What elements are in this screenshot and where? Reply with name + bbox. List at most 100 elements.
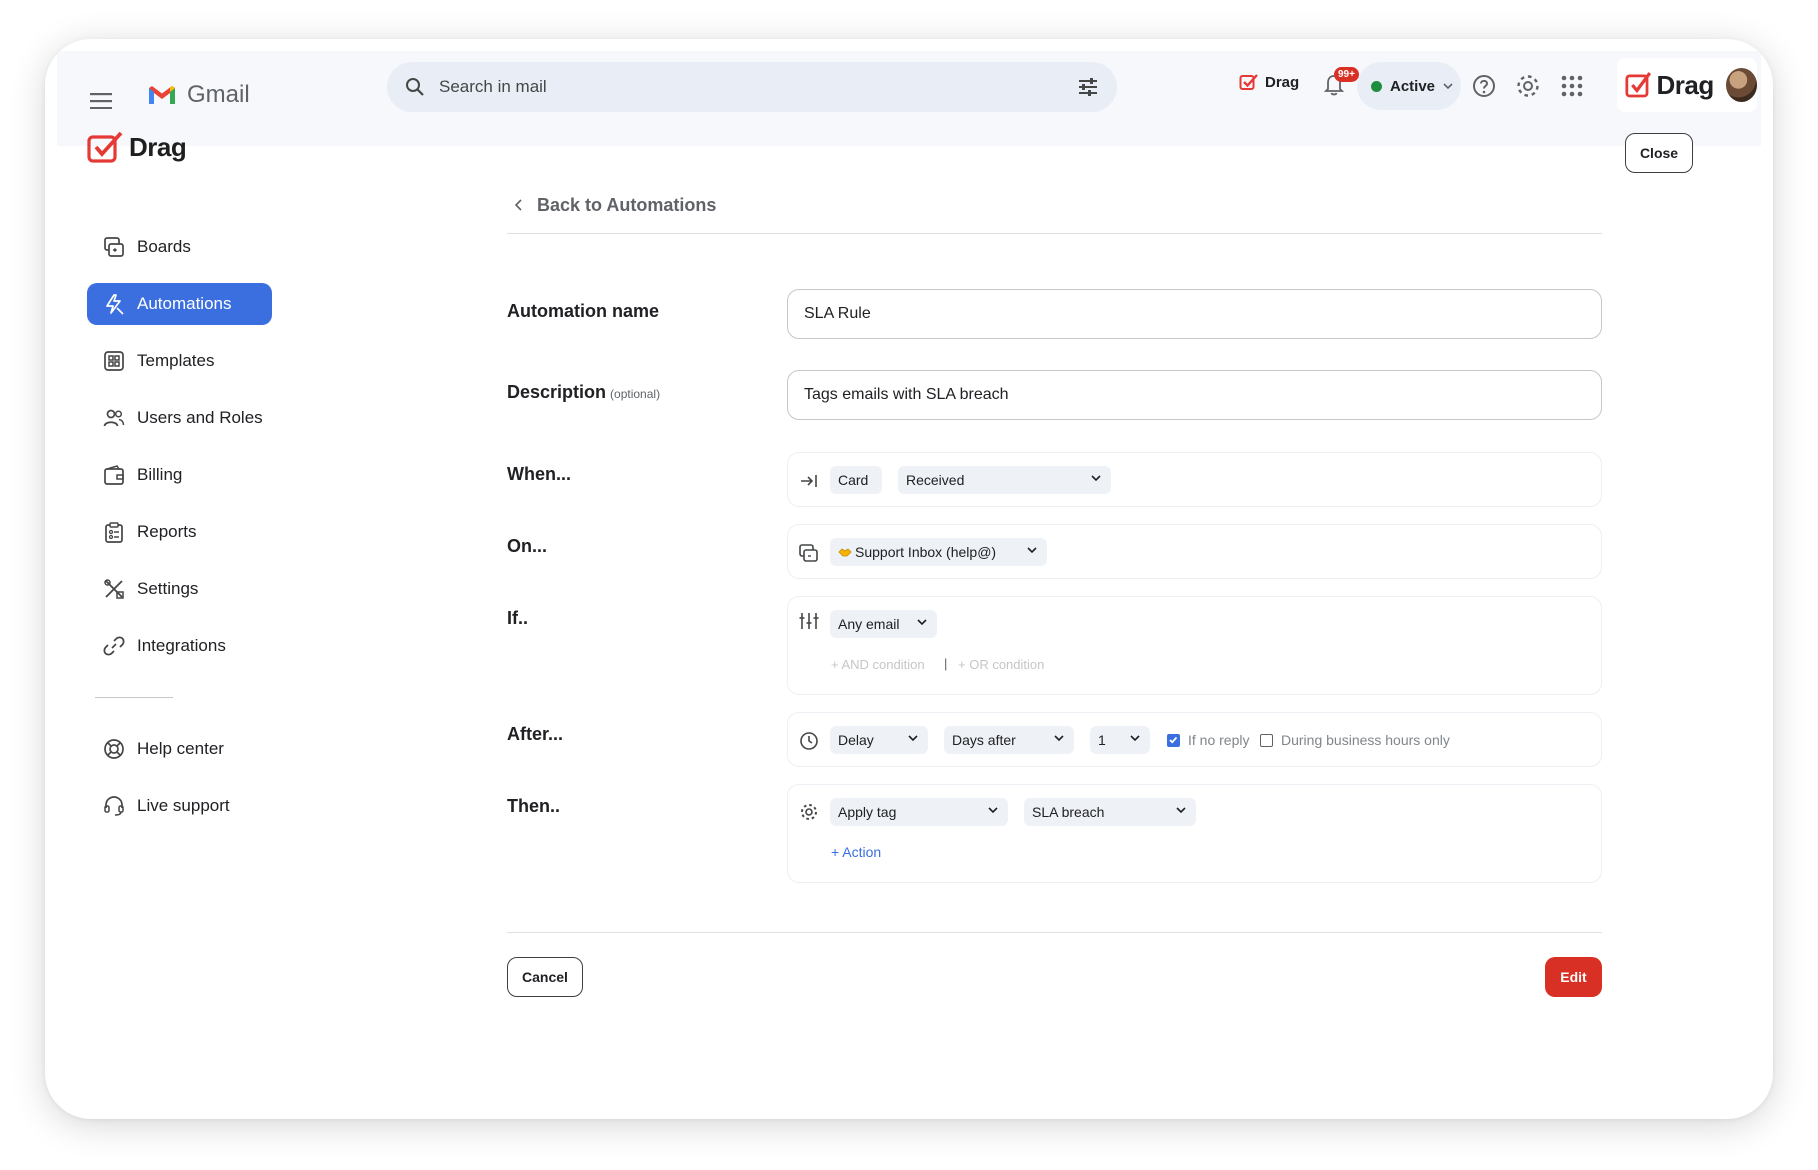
when-event-select[interactable]: Received (898, 466, 1111, 494)
help-icon[interactable] (1471, 73, 1497, 99)
chevron-down-icon (1091, 475, 1101, 481)
if-no-reply-label: If no reply (1188, 732, 1250, 748)
chevron-down-icon (1176, 807, 1186, 813)
apps-grid-icon[interactable] (1559, 73, 1585, 99)
trigger-arrow-icon (801, 475, 817, 487)
search-icon[interactable] (405, 77, 425, 97)
sidebar-item-reports[interactable]: Reports (87, 511, 272, 553)
sidebar-item-label: Boards (137, 237, 191, 256)
footer-divider (507, 932, 1602, 933)
after-unit-select[interactable]: Days after (944, 726, 1074, 754)
business-hours-label: During business hours only (1281, 732, 1450, 748)
gear-icon (801, 804, 817, 820)
description-label: Description (optional) (507, 382, 660, 403)
handshake-emoji-icon (838, 548, 852, 557)
main-menu-button[interactable] (77, 77, 125, 125)
board-select[interactable]: Support Inbox (help@) (830, 538, 1047, 566)
boards-icon (799, 544, 818, 562)
business-hours-checkbox[interactable] (1260, 734, 1273, 747)
description-field[interactable]: Tags emails with SLA breach (787, 370, 1602, 420)
avatar[interactable] (1725, 68, 1757, 102)
sidebar-item-label: Help center (137, 739, 224, 758)
status-dropdown[interactable]: Active (1357, 62, 1461, 110)
add-action-link[interactable]: + Action (831, 844, 881, 860)
back-to-automations-link[interactable]: Back to Automations (507, 189, 1602, 221)
sidebar-item-label: Billing (137, 465, 183, 484)
on-panel: Support Inbox (help@) (787, 524, 1602, 579)
sidebar-item-label: Templates (137, 351, 215, 370)
lifebuoy-icon (104, 739, 124, 759)
sidebar-item-integrations[interactable]: Integrations (87, 625, 272, 667)
after-amount-value: 1 (1098, 732, 1106, 748)
sidebar-item-label: Automations (137, 294, 232, 313)
drag-toggle-button[interactable]: Drag (1239, 73, 1299, 91)
chevron-down-icon (988, 807, 998, 813)
chevron-down-icon (1027, 547, 1037, 553)
link-icon (103, 636, 125, 656)
search-input[interactable]: Search in mail (439, 77, 1077, 97)
app-window: Gmail Search in mail Drag 99+ Active Dra… (45, 39, 1773, 1119)
if-condition-select[interactable]: Any email (830, 610, 937, 638)
sidebar-item-users-and-roles[interactable]: Users and Roles (87, 397, 272, 439)
automation-name-field[interactable]: SLA Rule (787, 289, 1602, 339)
sidebar-item-billing[interactable]: Billing (87, 454, 272, 496)
description-label-text: Description (507, 382, 607, 402)
after-type-select[interactable]: Delay (830, 726, 928, 754)
after-panel: Delay Days after 1 If no reply During bu… (787, 712, 1602, 767)
board-value: Support Inbox (help@) (855, 544, 997, 560)
drag-logo-text: Drag (129, 131, 187, 162)
then-tag-select[interactable]: SLA breach (1024, 798, 1196, 826)
then-action-value: Apply tag (838, 804, 897, 820)
lightning-icon (106, 294, 124, 315)
automation-editor: Back to Automations Automation name SLA … (507, 189, 1602, 997)
when-label: When... (507, 464, 571, 484)
gmail-topbar: Gmail Search in mail Drag 99+ Active Dra… (57, 51, 1761, 146)
sidebar-item-templates[interactable]: Templates (87, 340, 272, 382)
add-and-condition-link[interactable]: + AND condition (831, 657, 925, 672)
condition-separator: | (944, 656, 948, 671)
when-object-select[interactable]: Card (830, 466, 882, 494)
on-label: On... (507, 536, 547, 556)
sidebar-item-settings[interactable]: Settings (87, 568, 272, 610)
sidebar-item-label: Integrations (137, 636, 226, 655)
after-unit-value: Days after (952, 732, 1016, 748)
hamburger-icon (90, 93, 112, 109)
if-no-reply-checkbox[interactable] (1167, 734, 1180, 747)
sidebar-item-automations[interactable]: Automations (87, 283, 272, 325)
headset-icon (104, 796, 124, 816)
if-label: If.. (507, 608, 528, 628)
drag-app-logo[interactable]: Drag (87, 130, 187, 164)
filter-sliders-icon (799, 613, 819, 629)
search-options-icon[interactable] (1077, 77, 1099, 97)
when-event-value: Received (906, 472, 965, 488)
clipboard-icon (105, 522, 123, 543)
mail-search-bar[interactable]: Search in mail (387, 62, 1117, 112)
add-or-condition-link[interactable]: + OR condition (958, 657, 1044, 672)
sidebar-item-label: Users and Roles (137, 408, 263, 427)
close-button[interactable]: Close (1625, 133, 1693, 173)
then-action-select[interactable]: Apply tag (830, 798, 1008, 826)
drag-toggle-label: Drag (1265, 73, 1300, 91)
drag-brand-account[interactable]: Drag (1617, 58, 1757, 112)
sidebar-item-live-support[interactable]: Live support (87, 785, 272, 827)
wallet-icon (104, 465, 124, 485)
gmail-logo[interactable]: Gmail (147, 81, 250, 109)
sidebar-item-boards[interactable]: Boards (87, 226, 272, 268)
then-tag-value: SLA breach (1032, 804, 1105, 820)
gmail-logo-text: Gmail (187, 81, 250, 108)
sidebar-divider (95, 697, 173, 698)
chevron-down-icon (1130, 735, 1140, 741)
chevron-down-icon (917, 619, 927, 625)
templates-icon (104, 351, 124, 371)
after-amount-select[interactable]: 1 (1090, 726, 1150, 754)
sidebar-item-label: Settings (137, 579, 199, 598)
cancel-button[interactable]: Cancel (507, 957, 583, 997)
then-panel: Apply tag SLA breach + Action (787, 784, 1602, 883)
if-panel: Any email + AND condition | + OR conditi… (787, 596, 1602, 695)
header-divider (507, 233, 1602, 234)
edit-button[interactable]: Edit (1545, 957, 1602, 997)
gear-icon[interactable] (1515, 73, 1541, 99)
sidebar-item-help-center[interactable]: Help center (87, 728, 272, 770)
drag-logo-icon (1625, 72, 1652, 98)
clock-icon (800, 732, 818, 750)
